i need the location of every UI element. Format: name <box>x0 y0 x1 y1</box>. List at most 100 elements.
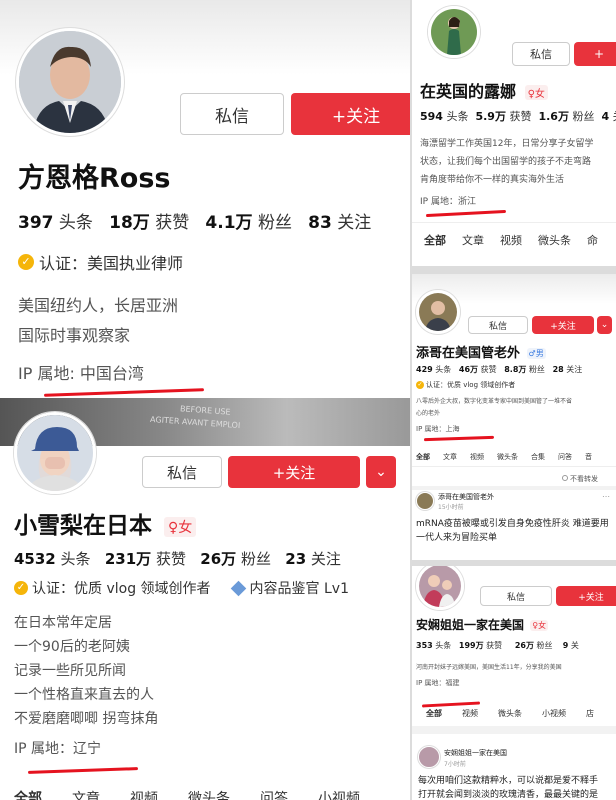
tab-videos[interactable]: 视频 <box>470 452 484 462</box>
red-underline-mark <box>43 388 205 397</box>
post-text[interactable]: mRNA疫苗被曝或引发自身免疫性肝炎 难道要用 <box>416 516 609 529</box>
tab-all[interactable]: 全部 <box>424 232 446 248</box>
bio-line: 海漂留学工作英国12年，日常分享子女留学 <box>420 139 594 149</box>
tab-all[interactable]: 全部 <box>426 708 442 719</box>
post-author-name[interactable]: 安娴姐姐一家在美国 <box>444 748 507 758</box>
content-tabs: 全部 视频 微头条 小视频 店 <box>426 708 594 719</box>
avatar-girl-cap-icon <box>17 415 93 491</box>
tab-qa[interactable]: 问答 <box>558 452 572 462</box>
profile-name: 添哥在美国管老外 ♂男 <box>416 346 546 361</box>
direct-message-button[interactable]: 私信 <box>480 586 552 606</box>
tab-short-videos[interactable]: 小视频 <box>318 788 360 800</box>
checkbox-icon <box>562 475 568 481</box>
avatar[interactable] <box>428 6 480 58</box>
avatar[interactable] <box>416 566 464 610</box>
tab-videos[interactable]: 视频 <box>500 232 522 248</box>
bio-line: 肯角度带给你不一样的真实海外生活 <box>420 175 565 185</box>
profile-name: 小雪梨在日本 ♀女 <box>14 506 197 540</box>
tab-shop[interactable]: 店 <box>586 708 594 719</box>
post-text[interactable]: 打开就会闻到淡淡的玫瑰清香，最最关键的是 <box>418 787 598 800</box>
content-tabs: 全部 文章 视频 微头条 合集 问答 音 <box>416 452 592 462</box>
direct-message-button[interactable]: 私信 <box>468 316 528 334</box>
more-dropdown-button[interactable]: ⌄ <box>597 316 612 334</box>
tab-micro-posts[interactable]: 微头条 <box>497 452 518 462</box>
more-dropdown-button[interactable]: ⌄ <box>366 456 396 488</box>
follow-button[interactable]: +关注 <box>291 93 410 135</box>
tab-all[interactable]: 全部 <box>416 452 430 462</box>
tab-more[interactable]: 命 <box>587 232 598 248</box>
follow-button[interactable]: +关注 <box>556 586 616 606</box>
post-text[interactable]: 一代人来为冒险买单 <box>416 530 497 543</box>
bio-line: 不爱磨磨唧唧 拐弯抹角 <box>14 711 159 727</box>
post-author-avatar[interactable] <box>416 492 434 510</box>
red-underline-mark <box>423 435 495 442</box>
tab-articles[interactable]: 文章 <box>72 788 100 800</box>
divider <box>412 466 616 467</box>
follow-button[interactable]: +关注 <box>228 456 360 488</box>
tab-all[interactable]: 全部 <box>14 788 42 800</box>
avatar-woman-garden-icon <box>431 9 477 55</box>
tab-micro-posts[interactable]: 微头条 <box>498 708 522 719</box>
content-tabs: 全部 文章 视频 微头条 命 <box>424 232 598 248</box>
profile-panel-ross: 私信 +关注 方恩格Ross 397 头条 18万 获赞 4.1万 粉丝 83 … <box>0 0 410 398</box>
profile-name: 安娴姐姐一家在美国 ♀女 <box>416 618 549 632</box>
direct-message-button[interactable]: 私信 <box>180 93 284 135</box>
follow-button[interactable]: + <box>574 42 616 66</box>
bio-line: 在日本常年定居 <box>14 615 112 631</box>
tab-videos[interactable]: 视频 <box>130 788 158 800</box>
tab-articles[interactable]: 文章 <box>443 452 457 462</box>
bio-line: 河南开封妹子远嫁美国，美国生活11年，分享我的美国 <box>416 664 562 671</box>
tab-collections[interactable]: 合集 <box>531 452 545 462</box>
hide-reposts-toggle[interactable]: 不看转发 <box>562 474 598 484</box>
post-time: 7小时前 <box>444 761 466 768</box>
gender-female-badge: ♀女 <box>524 85 548 100</box>
post-author-avatar[interactable] <box>418 746 440 768</box>
follow-button[interactable]: +关注 <box>532 316 594 334</box>
avatar[interactable] <box>16 28 124 136</box>
post-author-name[interactable]: 添哥在美国管老外 <box>438 492 494 502</box>
content-reviewer-diamond-icon <box>230 580 246 596</box>
tab-more[interactable]: 音 <box>585 452 592 462</box>
bio-line: 一个90后的老阿姨 <box>14 639 130 655</box>
ip-location: IP 属地：福建 <box>416 679 460 687</box>
profile-name: 方恩格Ross <box>18 163 171 194</box>
profile-stats: 4532 头条 231万 获赞 26万 粉丝 23 关注 <box>14 550 341 568</box>
tab-videos[interactable]: 视频 <box>462 708 478 719</box>
avatar-family-icon <box>419 566 461 607</box>
tab-micro-posts[interactable]: 微头条 <box>188 788 230 800</box>
profile-stats: 353 头条 199万 获赞 26万 粉丝 9 关 <box>416 641 579 650</box>
bio-line: 记录一些所见所闻 <box>14 663 126 679</box>
bio-line: 八零后外企大叔，数字化变革专家中国到美国管了一堆不省 <box>416 398 573 405</box>
ip-location: IP 属地：上海 <box>416 425 460 433</box>
banner-photo-text: BEFORE USE <box>179 404 231 417</box>
tab-articles[interactable]: 文章 <box>462 232 484 248</box>
post-text[interactable]: 每次用咱们这款精粹水，可以说都是爱不释手 <box>418 773 598 786</box>
avatar-man-icon <box>419 293 457 331</box>
post-more-icon[interactable]: ⋯ <box>602 492 610 501</box>
avatar[interactable] <box>416 290 460 334</box>
verified-badge-icon: ✓ <box>18 254 34 270</box>
ip-location: IP 属地: 中国台湾 <box>18 364 144 383</box>
verified-badge-icon: ✓ <box>14 581 28 595</box>
verification-line: ✓ 认证：优质 vlog 领域创作者 <box>416 381 516 389</box>
verification-line: ✓ 认证：美国执业律师 <box>18 250 183 274</box>
content-tabs: 全部 文章 视频 微头条 问答 小视频 <box>14 788 360 800</box>
section-gap <box>412 486 616 490</box>
avatar-portrait-icon <box>19 31 121 133</box>
verified-badge-icon: ✓ <box>416 381 424 389</box>
ip-location: IP 属地：辽宁 <box>14 741 102 757</box>
direct-message-button[interactable]: 私信 <box>142 456 222 488</box>
bio-line: 一个性格直来直去的人 <box>14 687 154 703</box>
avatar[interactable] <box>14 412 96 494</box>
direct-message-button[interactable]: 私信 <box>512 42 570 66</box>
profile-panel-luna: 私信 + 在英国的露娜 ♀女 594 头条 5.9万 获赞 1.6万 粉丝 4 … <box>412 0 616 266</box>
verification-line: ✓ 认证：优质 vlog 领域创作者 内容品鉴官 Lv1 <box>14 578 349 598</box>
section-gap <box>412 726 616 734</box>
red-underline-mark <box>421 701 481 708</box>
banner-photo-text: AGITER AVANT EMPLOI <box>149 414 241 431</box>
ip-location: IP 属地：浙江 <box>420 197 476 207</box>
tab-qa[interactable]: 问答 <box>260 788 288 800</box>
tab-micro-posts[interactable]: 微头条 <box>538 232 571 248</box>
gender-female-badge: ♀女 <box>164 516 197 537</box>
tab-short-videos[interactable]: 小视频 <box>542 708 566 719</box>
